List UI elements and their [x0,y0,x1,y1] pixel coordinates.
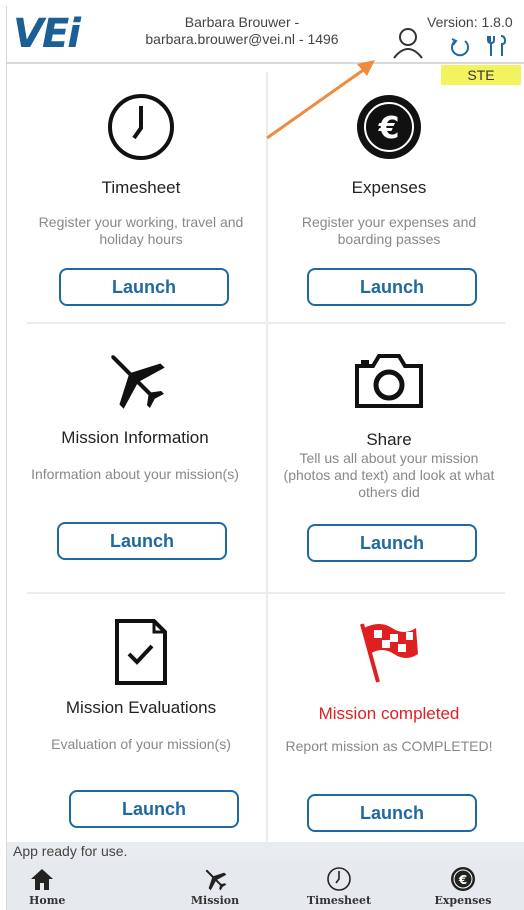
tile-mission-completed: Mission completed Report mission as COMP… [269,596,509,842]
nav-label: Mission [190,894,240,907]
airplane-icon [111,355,165,409]
tile-title: Expenses [351,178,427,197]
app-window: VEi Barbara Brouwer - barbara.brouwer@ve… [6,6,524,910]
tile-description: Report mission as COMPLETED! [285,738,493,754]
launch-mission-information-button[interactable]: Launch [57,522,227,560]
tile-share: Share Tell us all about your mission (ph… [269,326,509,586]
tile-expenses: € Expenses Register your expenses and bo… [269,66,509,316]
tile-description: Evaluation of your mission(s) [51,736,231,752]
camera-icon [355,354,423,408]
launch-share-button[interactable]: Launch [307,524,477,562]
nav-label: Home [29,894,66,907]
svg-text:€: € [458,873,467,887]
tile-title: Timesheet [101,178,181,197]
euro-icon: € [357,95,421,159]
airplane-icon [205,869,227,891]
grid-divider-row-1 [27,322,505,324]
tile-mission-evaluations: Mission Evaluations Evaluation of your m… [21,596,261,842]
vei-logo: VEi [13,11,81,57]
tile-description: Register your expenses and boarding pass… [301,214,477,247]
refresh-icon[interactable] [449,36,471,58]
nav-mission[interactable]: Mission [153,860,277,910]
header: VEi Barbara Brouwer - barbara.brouwer@ve… [7,6,524,64]
home-icon [31,869,53,890]
user-icon[interactable] [391,26,425,60]
tile-title: Mission Information [61,428,209,447]
tools-icon[interactable] [485,34,509,58]
user-name: Barbara Brouwer - [184,14,300,30]
bottom-nav: Home Mission Timesheet € Expenses [7,860,524,910]
svg-text:€: € [378,111,400,146]
grid-divider-row-2 [27,592,505,594]
document-check-icon [115,619,167,685]
version-label: Version: 1.8.0 [427,14,513,30]
tile-title: Mission Evaluations [65,698,217,717]
nav-label: Expenses [434,894,492,907]
tile-title-completed: Mission completed [318,704,460,723]
tile-description: Tell us all about your mission (photos a… [283,450,495,500]
nav-expenses[interactable]: € Expenses [401,860,524,910]
user-info: Barbara Brouwer - barbara.brouwer@vei.nl… [117,14,367,48]
clock-icon [327,867,351,891]
tile-description: Information about your mission(s) [31,466,239,482]
euro-icon: € [451,867,475,891]
launch-mission-completed-button[interactable]: Launch [307,794,477,832]
launch-expenses-button[interactable]: Launch [307,268,477,306]
launch-mission-evaluations-button[interactable]: Launch [69,790,239,828]
launch-timesheet-button[interactable]: Launch [59,268,229,306]
tile-description: Register your working, travel and holida… [38,214,244,247]
grid-divider-vertical [266,72,268,842]
nav-home[interactable]: Home [7,860,153,910]
tile-title: Share [366,430,412,449]
nav-label: Timesheet [306,894,372,907]
tile-mission-information: Mission Information Information about yo… [15,326,255,586]
clock-icon [108,94,174,160]
checkered-flag-icon [360,623,418,683]
status-bar: App ready for use. [7,842,524,860]
nav-timesheet[interactable]: Timesheet [277,860,401,910]
tile-timesheet: Timesheet Register your working, travel … [21,66,261,316]
user-email: barbara.brouwer@vei.nl - 1496 [145,31,339,47]
